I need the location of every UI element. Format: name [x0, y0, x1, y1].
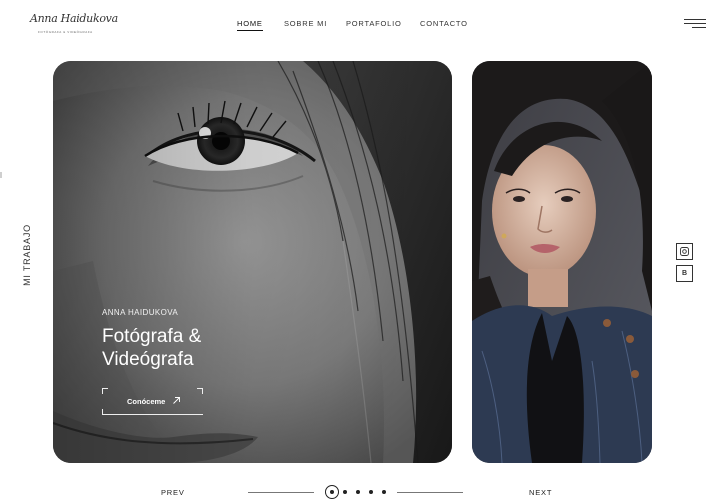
pager-dot[interactable]	[369, 490, 373, 494]
nav-item-contacto[interactable]: CONTACTO	[420, 19, 468, 28]
pager-dot[interactable]	[343, 490, 347, 494]
pager-dot[interactable]	[382, 490, 386, 494]
arrow-up-right-icon	[173, 397, 180, 404]
next-slide-preview[interactable]	[472, 61, 652, 463]
hero-title-line-2: Videógrafa	[102, 349, 194, 370]
prev-button[interactable]: PREV	[161, 488, 185, 497]
nav-item-portafolio[interactable]: PORTAFOLIO	[346, 19, 402, 28]
instagram-button[interactable]	[676, 243, 693, 260]
side-label-mi-trabajo[interactable]: MI TRABAJO	[22, 224, 32, 286]
behance-icon: B	[681, 270, 688, 277]
pager-dot-active[interactable]	[325, 485, 339, 499]
pager-line-right	[397, 492, 463, 493]
hero-title-line-1: Fotógrafa &	[102, 326, 202, 347]
instagram-icon	[680, 247, 689, 256]
main-nav: HOME SOBRE MI PORTAFOLIO CONTACTO	[0, 19, 715, 33]
portrait-preview-image	[472, 61, 652, 463]
hamburger-menu-icon[interactable]	[684, 19, 706, 29]
slider-pagination: PREV NEXT	[0, 478, 715, 500]
site-header: Anna Haidukova FOTÓGRAFA & VIDEÓGRAFA HO…	[0, 0, 715, 50]
conoceme-button[interactable]: Conóceme	[102, 388, 203, 415]
conoceme-button-label: Conóceme	[127, 397, 166, 406]
nav-item-home[interactable]: HOME	[237, 19, 263, 31]
edge-indicator	[0, 172, 2, 178]
next-button[interactable]: NEXT	[529, 488, 552, 497]
behance-button[interactable]: B	[676, 265, 693, 282]
hero-title: Fotógrafa & Videógrafa	[102, 325, 302, 371]
hero-eyebrow: ANNA HAIDUKOVA	[102, 308, 179, 317]
hero-slide[interactable]: ANNA HAIDUKOVA Fotógrafa & Videógrafa Co…	[53, 61, 452, 463]
nav-item-sobre-mi[interactable]: SOBRE MI	[284, 19, 327, 28]
pager-line-left	[248, 492, 314, 493]
pager-dot[interactable]	[356, 490, 360, 494]
